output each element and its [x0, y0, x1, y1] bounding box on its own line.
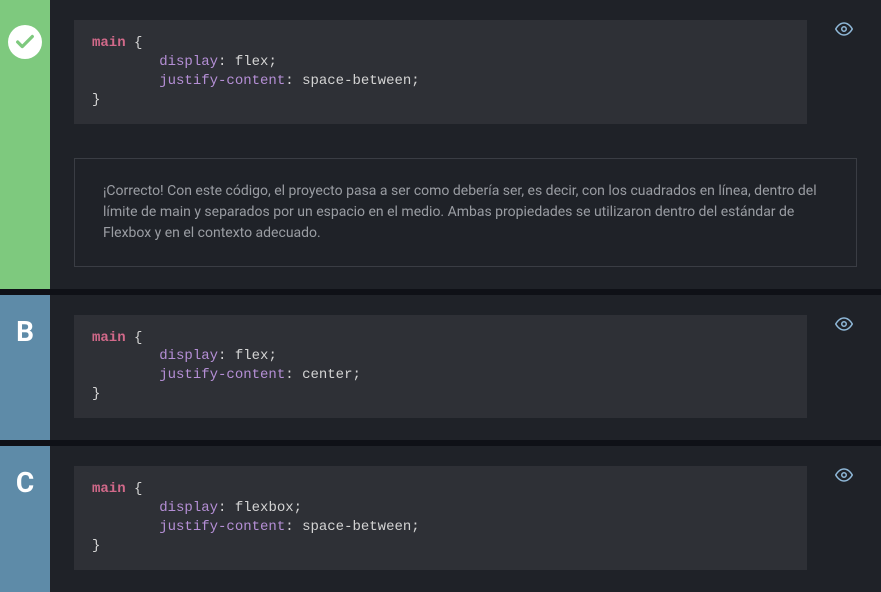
- option-indicator: [0, 0, 50, 289]
- code-block: main { display: flex; justify-content: c…: [74, 315, 807, 419]
- option-letter: C: [16, 466, 34, 592]
- option-indicator: C: [0, 446, 50, 592]
- answer-option-a[interactable]: main { display: flex; justify-content: s…: [0, 0, 881, 289]
- eye-icon[interactable]: [835, 315, 853, 337]
- option-content: main { display: flex; justify-content: c…: [50, 295, 881, 441]
- option-content: main { display: flexbox; justify-content…: [50, 446, 881, 592]
- explanation-box: ¡Correcto! Con este código, el proyecto …: [74, 158, 857, 267]
- answer-option-b[interactable]: Bmain { display: flex; justify-content: …: [0, 295, 881, 441]
- option-indicator: B: [0, 295, 50, 441]
- check-icon: [8, 25, 42, 59]
- option-letter: B: [16, 315, 34, 441]
- code-block: main { display: flexbox; justify-content…: [74, 466, 807, 570]
- eye-icon[interactable]: [835, 466, 853, 488]
- answer-option-c[interactable]: Cmain { display: flexbox; justify-conten…: [0, 446, 881, 592]
- eye-icon[interactable]: [835, 20, 853, 42]
- option-content: main { display: flex; justify-content: s…: [50, 0, 881, 289]
- code-block: main { display: flex; justify-content: s…: [74, 20, 807, 124]
- explanation-text: ¡Correcto! Con este código, el proyecto …: [103, 181, 828, 244]
